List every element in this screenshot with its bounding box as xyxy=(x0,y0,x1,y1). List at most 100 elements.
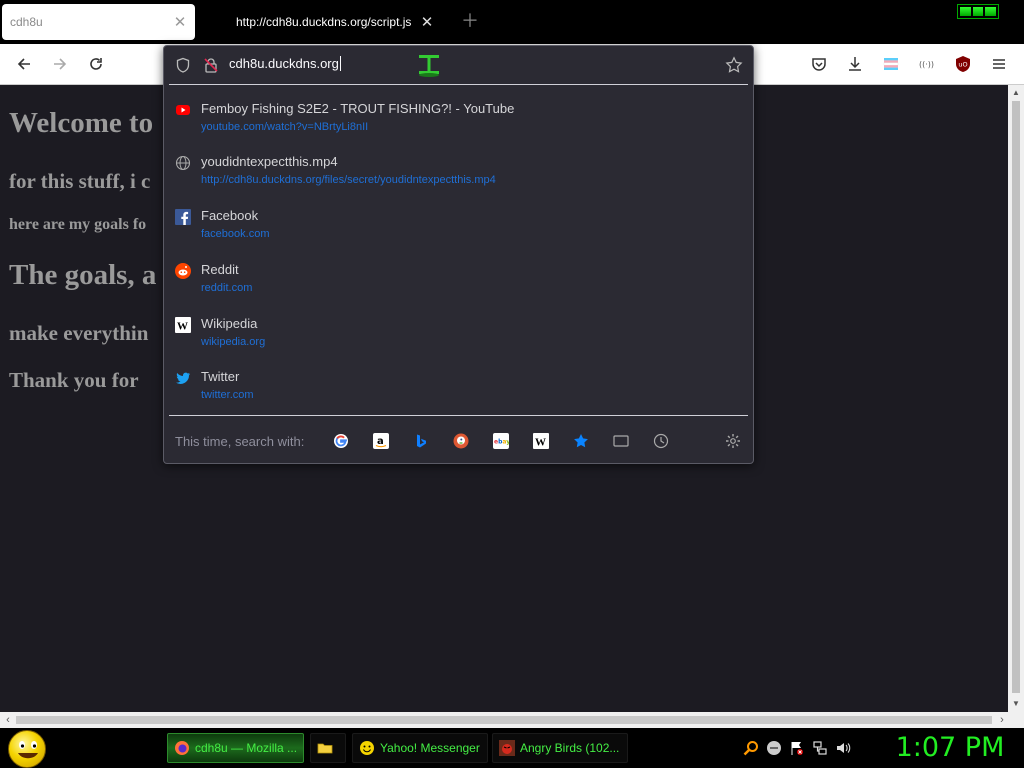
result-title: Femboy Fishing S2E2 - TROUT FISHING?! - … xyxy=(201,101,515,116)
volume-icon[interactable] xyxy=(835,740,851,756)
result-title: Twitter xyxy=(201,369,240,384)
tabs-icon[interactable] xyxy=(611,431,631,451)
task-label: Yahoo! Messenger xyxy=(380,741,480,755)
task-yahoo-messenger[interactable]: Yahoo! Messenger xyxy=(352,733,488,763)
network-icon[interactable] xyxy=(812,740,828,756)
facebook-icon xyxy=(175,209,191,225)
tab-cdh8u[interactable]: cdh8u ✕ xyxy=(2,4,195,40)
scroll-right-icon[interactable]: › xyxy=(995,712,1009,728)
result-youtube[interactable]: Femboy Fishing S2E2 - TROUT FISHING?! - … xyxy=(164,101,753,151)
scrollbar-thumb[interactable] xyxy=(16,716,992,724)
search-icon[interactable] xyxy=(743,740,759,756)
scroll-up-icon[interactable]: ▲ xyxy=(1008,86,1024,100)
scroll-down-icon[interactable]: ▼ xyxy=(1008,697,1024,711)
system-tray xyxy=(743,740,851,756)
urlbar-dropdown: cdh8u.duckdns.org Femboy Fishing S2E2 - … xyxy=(163,45,754,464)
taskbar-clock[interactable]: 1:07 PM xyxy=(880,730,1020,766)
task-folder[interactable] xyxy=(310,733,346,763)
svg-text:W: W xyxy=(535,437,546,449)
result-url: reddit.com xyxy=(201,282,253,294)
trans-flag-extension-icon[interactable] xyxy=(879,52,903,76)
twitter-icon xyxy=(175,370,191,386)
one-off-search-row: This time, search with: a ebay W xyxy=(164,426,753,456)
window-controls[interactable] xyxy=(957,4,999,19)
ublock-icon[interactable]: uO xyxy=(951,52,975,76)
result-twitter[interactable]: Twitter twitter.com xyxy=(164,369,753,419)
smiley-icon xyxy=(18,741,38,759)
svg-text:a: a xyxy=(377,436,384,447)
result-url: http://cdh8u.duckdns.org/files/secret/yo… xyxy=(201,174,496,186)
page-text: make everythin xyxy=(9,321,149,345)
extension-icon[interactable]: ((·)) xyxy=(915,52,939,76)
task-label: cdh8u — Mozilla ... xyxy=(195,741,298,755)
new-tab-icon[interactable]: ＋ xyxy=(461,10,479,32)
tab-strip: cdh8u ✕ http://cdh8u.duckdns.org/script.… xyxy=(0,0,1024,44)
ebay-icon[interactable]: ebay xyxy=(491,431,511,451)
settings-icon[interactable] xyxy=(723,431,743,451)
forward-icon[interactable] xyxy=(48,52,72,76)
taskbar: cdh8u — Mozilla ... Yahoo! Messenger Ang… xyxy=(0,728,1024,768)
duckduckgo-icon[interactable] xyxy=(451,431,471,451)
reddit-icon xyxy=(175,263,191,279)
task-firefox[interactable]: cdh8u — Mozilla ... xyxy=(167,733,304,763)
pocket-icon[interactable] xyxy=(807,52,831,76)
text-cursor-icon xyxy=(417,52,441,78)
yahoo-messenger-icon xyxy=(360,741,374,755)
urlbar[interactable]: cdh8u.duckdns.org xyxy=(164,46,753,84)
bing-icon[interactable] xyxy=(411,431,431,451)
result-wikipedia[interactable]: W Wikipedia wikipedia.org xyxy=(164,316,753,366)
close-tab-icon[interactable]: ✕ xyxy=(173,13,187,31)
tray-app-icon[interactable] xyxy=(766,740,782,756)
task-label: Angry Birds (102... xyxy=(520,741,620,755)
firefox-icon xyxy=(175,741,189,755)
tracking-protection-shield-icon[interactable] xyxy=(175,57,191,73)
google-icon[interactable] xyxy=(331,431,351,451)
amazon-icon[interactable]: a xyxy=(371,431,391,451)
scroll-left-icon[interactable]: ‹ xyxy=(1,712,15,728)
svg-text:W: W xyxy=(177,321,188,333)
angry-birds-icon xyxy=(499,740,515,756)
result-url: youtube.com/watch?v=NBrtyLi8nII xyxy=(201,121,369,133)
wikipedia-icon[interactable]: W xyxy=(531,431,551,451)
page-text: here are my goals fo xyxy=(9,216,147,233)
insecure-lock-icon[interactable] xyxy=(203,57,219,73)
svg-text:uO: uO xyxy=(958,61,967,69)
result-facebook[interactable]: Facebook facebook.com xyxy=(164,208,753,258)
back-icon[interactable] xyxy=(12,52,36,76)
result-title: Facebook xyxy=(201,208,259,223)
vertical-scrollbar[interactable]: ▲ ▼ xyxy=(1008,85,1024,712)
page-heading: Welcome to xyxy=(9,107,154,139)
page-text: Thank you for xyxy=(9,368,139,392)
wikipedia-icon: W xyxy=(175,317,191,333)
svg-text:ebay: ebay xyxy=(494,439,509,446)
horizontal-scrollbar[interactable]: ‹ › xyxy=(0,712,1024,728)
result-title: Reddit xyxy=(201,262,239,277)
result-title: Wikipedia xyxy=(201,316,258,331)
tab-script-js[interactable]: http://cdh8u.duckdns.org/script.js ✕ xyxy=(228,4,442,40)
close-tab-icon[interactable]: ✕ xyxy=(420,13,434,31)
tab-title: cdh8u xyxy=(10,15,43,29)
bookmark-star-icon[interactable] xyxy=(725,56,743,74)
result-reddit[interactable]: Reddit reddit.com xyxy=(164,262,753,312)
history-icon[interactable] xyxy=(651,431,671,451)
page-text: for this stuff, i c xyxy=(9,169,151,193)
result-video-file[interactable]: youdidntexpectthis.mp4 http://cdh8u.duck… xyxy=(164,154,753,204)
youtube-icon xyxy=(175,102,191,118)
task-angry-birds[interactable]: Angry Birds (102... xyxy=(492,733,628,763)
bookmarks-icon[interactable] xyxy=(571,431,591,451)
result-title: youdidntexpectthis.mp4 xyxy=(201,154,338,169)
result-url: wikipedia.org xyxy=(201,336,266,348)
downloads-icon[interactable] xyxy=(843,52,867,76)
result-url: facebook.com xyxy=(201,228,270,240)
folder-icon xyxy=(317,743,333,754)
scrollbar-thumb[interactable] xyxy=(1012,101,1020,693)
start-button[interactable] xyxy=(8,730,46,768)
divider xyxy=(169,415,748,416)
urlbar-input[interactable]: cdh8u.duckdns.org xyxy=(229,56,341,71)
page-heading: The goals, a xyxy=(9,259,157,291)
menu-icon[interactable] xyxy=(987,52,1011,76)
action-center-flag-icon[interactable] xyxy=(789,740,805,756)
divider xyxy=(169,84,748,85)
reload-icon[interactable] xyxy=(84,52,108,76)
svg-text:((·)): ((·)) xyxy=(919,60,934,69)
